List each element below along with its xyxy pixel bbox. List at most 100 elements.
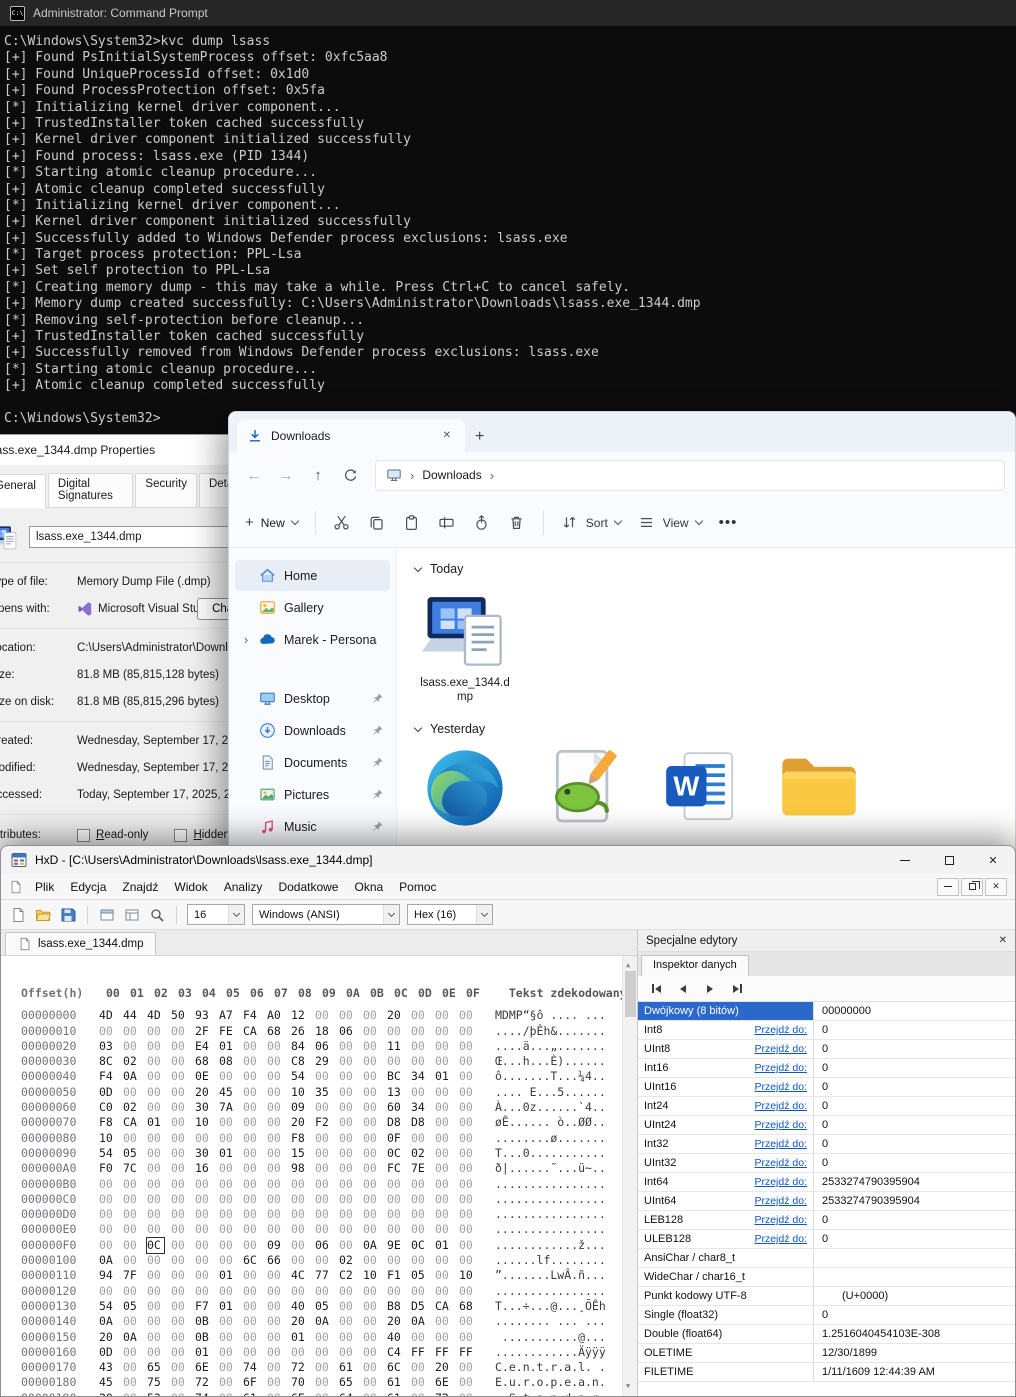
hex-byte[interactable]: 0A — [123, 1069, 140, 1084]
hex-bytes[interactable]: 00000C00000000090006000A9E0C0100 — [99, 1238, 483, 1253]
hex-byte[interactable]: 00 — [411, 1192, 428, 1207]
hex-byte[interactable]: 00 — [267, 1222, 284, 1237]
delete-icon[interactable] — [508, 514, 526, 532]
hex-byte[interactable]: 00 — [147, 1100, 164, 1115]
hex-byte[interactable]: 00 — [459, 1330, 476, 1345]
hex-byte[interactable]: 00 — [363, 1177, 380, 1192]
checkbox[interactable] — [174, 829, 187, 842]
hex-byte[interactable]: 00 — [123, 1284, 140, 1299]
hex-byte[interactable]: 00 — [171, 1222, 188, 1237]
hex-bytes[interactable]: 5405000030010000150000000C020000 — [99, 1146, 483, 1161]
hex-bytes[interactable]: 00000000000000000000000000000000 — [99, 1284, 483, 1299]
hex-byte[interactable]: FC — [387, 1161, 404, 1176]
hex-byte[interactable]: 00 — [219, 1375, 236, 1390]
hex-byte[interactable]: 00 — [123, 1192, 140, 1207]
hex-byte[interactable]: 00 — [363, 1115, 380, 1130]
hex-byte[interactable]: 00 — [459, 1284, 476, 1299]
hex-decoded-text[interactable]: T...÷...@...¸ÕÊh — [495, 1299, 606, 1313]
hex-byte[interactable]: 05 — [411, 1268, 428, 1283]
hex-bytes[interactable]: F07C00001600000098000000FC7E0000 — [99, 1161, 483, 1176]
hex-byte[interactable]: 00 — [219, 1177, 236, 1192]
hex-byte[interactable]: 6F — [243, 1375, 260, 1390]
hex-byte[interactable]: 00 — [123, 1360, 140, 1375]
mdi-restore-button[interactable] — [961, 878, 983, 896]
hex-offset[interactable]: 000000F0 — [21, 1238, 99, 1253]
hex-byte[interactable]: 00 — [411, 1024, 428, 1039]
hex-byte[interactable]: 00 — [243, 1100, 260, 1115]
hex-byte[interactable]: 00 — [147, 1222, 164, 1237]
hex-byte[interactable]: 0F — [387, 1131, 404, 1146]
hex-byte[interactable]: 00 — [171, 1085, 188, 1100]
hex-byte[interactable]: 00 — [459, 1207, 476, 1222]
new-file-icon[interactable] — [9, 906, 27, 924]
hex-byte[interactable]: 9E — [387, 1238, 404, 1253]
inspector-row[interactable]: LEB128Przejdź do:0 — [638, 1211, 1015, 1230]
hex-byte[interactable]: 00 — [315, 1375, 332, 1390]
hex-byte[interactable]: 00 — [99, 1024, 116, 1039]
hex-byte[interactable]: 00 — [243, 1039, 260, 1054]
hex-byte[interactable]: 00 — [243, 1207, 260, 1222]
hex-byte[interactable]: 00 — [339, 1131, 356, 1146]
hex-byte[interactable]: 00 — [339, 1345, 356, 1360]
inspector-row[interactable]: UInt16Przejdź do:0 — [638, 1078, 1015, 1097]
hex-byte[interactable]: 65 — [147, 1360, 164, 1375]
sidebar-item-home[interactable]: Home — [235, 560, 390, 591]
hex-byte[interactable]: 00 — [147, 1054, 164, 1069]
hex-decoded-text[interactable]: ”.......LwÂ.ñ... — [495, 1268, 606, 1282]
hex-byte[interactable]: 10 — [291, 1085, 308, 1100]
menu-okna[interactable]: Okna — [346, 877, 391, 897]
inspector-row[interactable]: ULEB128Przejdź do:0 — [638, 1230, 1015, 1249]
hex-bytes[interactable]: 0A00000000006C660000020000000000 — [99, 1253, 483, 1268]
hex-byte[interactable]: F4 — [243, 1008, 260, 1023]
hex-byte[interactable]: 00 — [99, 1222, 116, 1237]
hex-bytes[interactable]: 03000000E40100008406000011000000 — [99, 1039, 483, 1054]
hex-byte[interactable]: 00 — [339, 1039, 356, 1054]
hex-decoded-text[interactable]: ................ — [495, 1177, 606, 1191]
hex-byte[interactable]: 00 — [171, 1284, 188, 1299]
hex-offset[interactable]: 00000050 — [21, 1085, 99, 1100]
hex-byte[interactable]: 00 — [339, 1146, 356, 1161]
hex-offset[interactable]: 00000180 — [21, 1375, 99, 1390]
hex-byte[interactable]: 01 — [219, 1039, 236, 1054]
hex-byte[interactable]: 00 — [171, 1391, 188, 1396]
hex-bytes[interactable]: 20005300740061006E00640061007200 — [99, 1391, 483, 1396]
hex-byte[interactable]: 00 — [171, 1115, 188, 1130]
hex-byte[interactable]: 06 — [339, 1024, 356, 1039]
hex-offset[interactable]: 00000130 — [21, 1299, 99, 1314]
hex-byte[interactable]: 20 — [435, 1360, 452, 1375]
hex-byte[interactable]: 00 — [267, 1345, 284, 1360]
hex-byte[interactable]: 00 — [339, 1192, 356, 1207]
hex-byte[interactable]: 00 — [267, 1360, 284, 1375]
hex-byte[interactable]: 00 — [147, 1131, 164, 1146]
hex-offset[interactable]: 00000140 — [21, 1314, 99, 1329]
inspector-row[interactable]: Int24Przejdź do:0 — [638, 1097, 1015, 1116]
hex-offset[interactable]: 00000170 — [21, 1360, 99, 1375]
hex-byte[interactable]: 00 — [291, 1253, 308, 1268]
hex-byte[interactable]: 00 — [243, 1115, 260, 1130]
hex-byte[interactable]: 7F — [123, 1268, 140, 1283]
hex-byte[interactable]: 01 — [219, 1146, 236, 1161]
hex-byte[interactable]: 00 — [387, 1207, 404, 1222]
hex-byte[interactable]: D8 — [411, 1115, 428, 1130]
hex-byte[interactable]: 00 — [267, 1375, 284, 1390]
group-header-yesterday[interactable]: Yesterday — [415, 720, 1015, 738]
hex-decoded-text[interactable]: .S.t.a.n.d.a.r. — [495, 1391, 606, 1396]
hex-byte[interactable]: CA — [243, 1024, 260, 1039]
hex-decoded-text[interactable]: ..../þÊh&....... — [495, 1024, 606, 1038]
menu-analizy[interactable]: Analizy — [216, 877, 271, 897]
hex-byte[interactable]: A7 — [219, 1008, 236, 1023]
hxd-titlebar[interactable]: HxD - [C:\Users\Administrator\Downloads\… — [1, 846, 1015, 874]
hex-byte[interactable]: 00 — [339, 1222, 356, 1237]
hex-byte[interactable]: 01 — [435, 1238, 452, 1253]
back-button[interactable]: ← — [239, 460, 269, 490]
hex-byte[interactable]: 00 — [123, 1177, 140, 1192]
hex-decoded-text[interactable]: ......lf........ — [495, 1253, 606, 1267]
hex-byte[interactable]: 20 — [387, 1314, 404, 1329]
hex-decoded-text[interactable]: ............ž... — [495, 1238, 606, 1252]
hex-byte[interactable]: 00 — [267, 1192, 284, 1207]
hex-byte[interactable]: 20 — [291, 1314, 308, 1329]
hex-byte[interactable]: 00 — [171, 1253, 188, 1268]
hex-byte[interactable]: 00 — [219, 1391, 236, 1396]
more-options-icon[interactable]: ••• — [719, 514, 738, 531]
hex-offset[interactable]: 00000060 — [21, 1100, 99, 1115]
